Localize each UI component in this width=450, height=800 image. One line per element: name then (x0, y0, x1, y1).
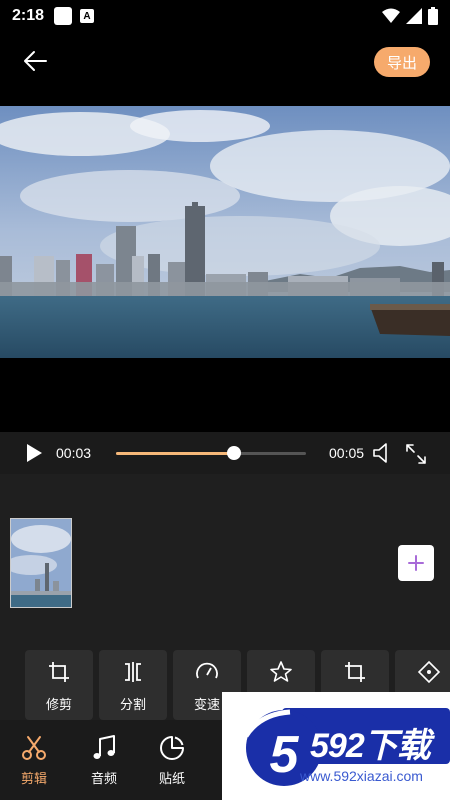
music-note-icon (93, 735, 115, 759)
tool-split[interactable]: 分割 (99, 650, 167, 720)
crop-icon (49, 662, 69, 682)
sticker-icon (160, 736, 184, 760)
nav-item-audio[interactable]: 音频 (74, 720, 134, 800)
scissors-icon (22, 736, 46, 760)
nav-item-edit-label: 剪辑 (20, 771, 47, 786)
diamond-icon (417, 660, 441, 684)
playback-bar: 00:03 00:05 (0, 432, 450, 474)
crop-icon (345, 662, 365, 682)
video-letterbox (0, 358, 450, 432)
battery-icon (428, 7, 438, 25)
watermark-overlay: 5 592下载 www.592xiazai.com (222, 692, 450, 800)
status-bar: 2:18 A (0, 0, 450, 32)
speaker-icon (373, 443, 387, 463)
signal-icon (406, 8, 422, 24)
back-button[interactable] (16, 46, 54, 76)
nav-item-edit[interactable]: 剪辑 (4, 720, 64, 800)
add-clip-button[interactable] (398, 545, 434, 581)
top-bar: 导出 (0, 32, 450, 106)
tool-trim[interactable]: 修剪 (25, 650, 93, 720)
progress-slider[interactable] (116, 446, 306, 460)
clip-thumbnail-image (11, 519, 71, 607)
fullscreen-button[interactable] (404, 442, 428, 466)
video-frame-image (0, 106, 450, 358)
watermark-logo-digit: 5 (270, 726, 300, 784)
watermark-brand: 592下载 (310, 727, 431, 765)
nav-item-audio-label: 音频 (90, 771, 117, 786)
plus-icon (408, 555, 424, 571)
split-icon (125, 662, 141, 682)
status-right-icons (382, 7, 438, 25)
wifi-icon (382, 8, 400, 23)
status-notification-icons: A (54, 7, 95, 25)
star-icon (270, 661, 292, 682)
notification-square-icon (54, 7, 73, 25)
play-icon (27, 444, 42, 462)
nav-item-sticker[interactable]: 贴纸 (142, 720, 202, 800)
speedometer-icon (196, 662, 218, 679)
total-time: 00:05 (329, 445, 365, 461)
clip-thumbnail[interactable] (10, 518, 72, 608)
timeline-panel (0, 474, 450, 650)
play-button[interactable] (24, 443, 44, 463)
volume-button[interactable] (372, 442, 394, 464)
arrow-left-icon (24, 51, 47, 71)
current-time: 00:03 (56, 445, 92, 461)
progress-knob[interactable] (226, 446, 241, 460)
notification-a-icon: A (80, 9, 95, 23)
nav-item-sticker-label: 贴纸 (158, 771, 185, 786)
export-button[interactable]: 导出 (374, 47, 430, 77)
tool-trim-label: 修剪 (45, 697, 72, 712)
status-time: 2:18 (12, 7, 45, 24)
expand-icon (406, 444, 426, 464)
video-preview[interactable] (0, 106, 450, 358)
tool-split-label: 分割 (119, 697, 146, 712)
progress-fill (116, 452, 234, 455)
watermark-url: www.592xiazai.com (300, 768, 423, 784)
